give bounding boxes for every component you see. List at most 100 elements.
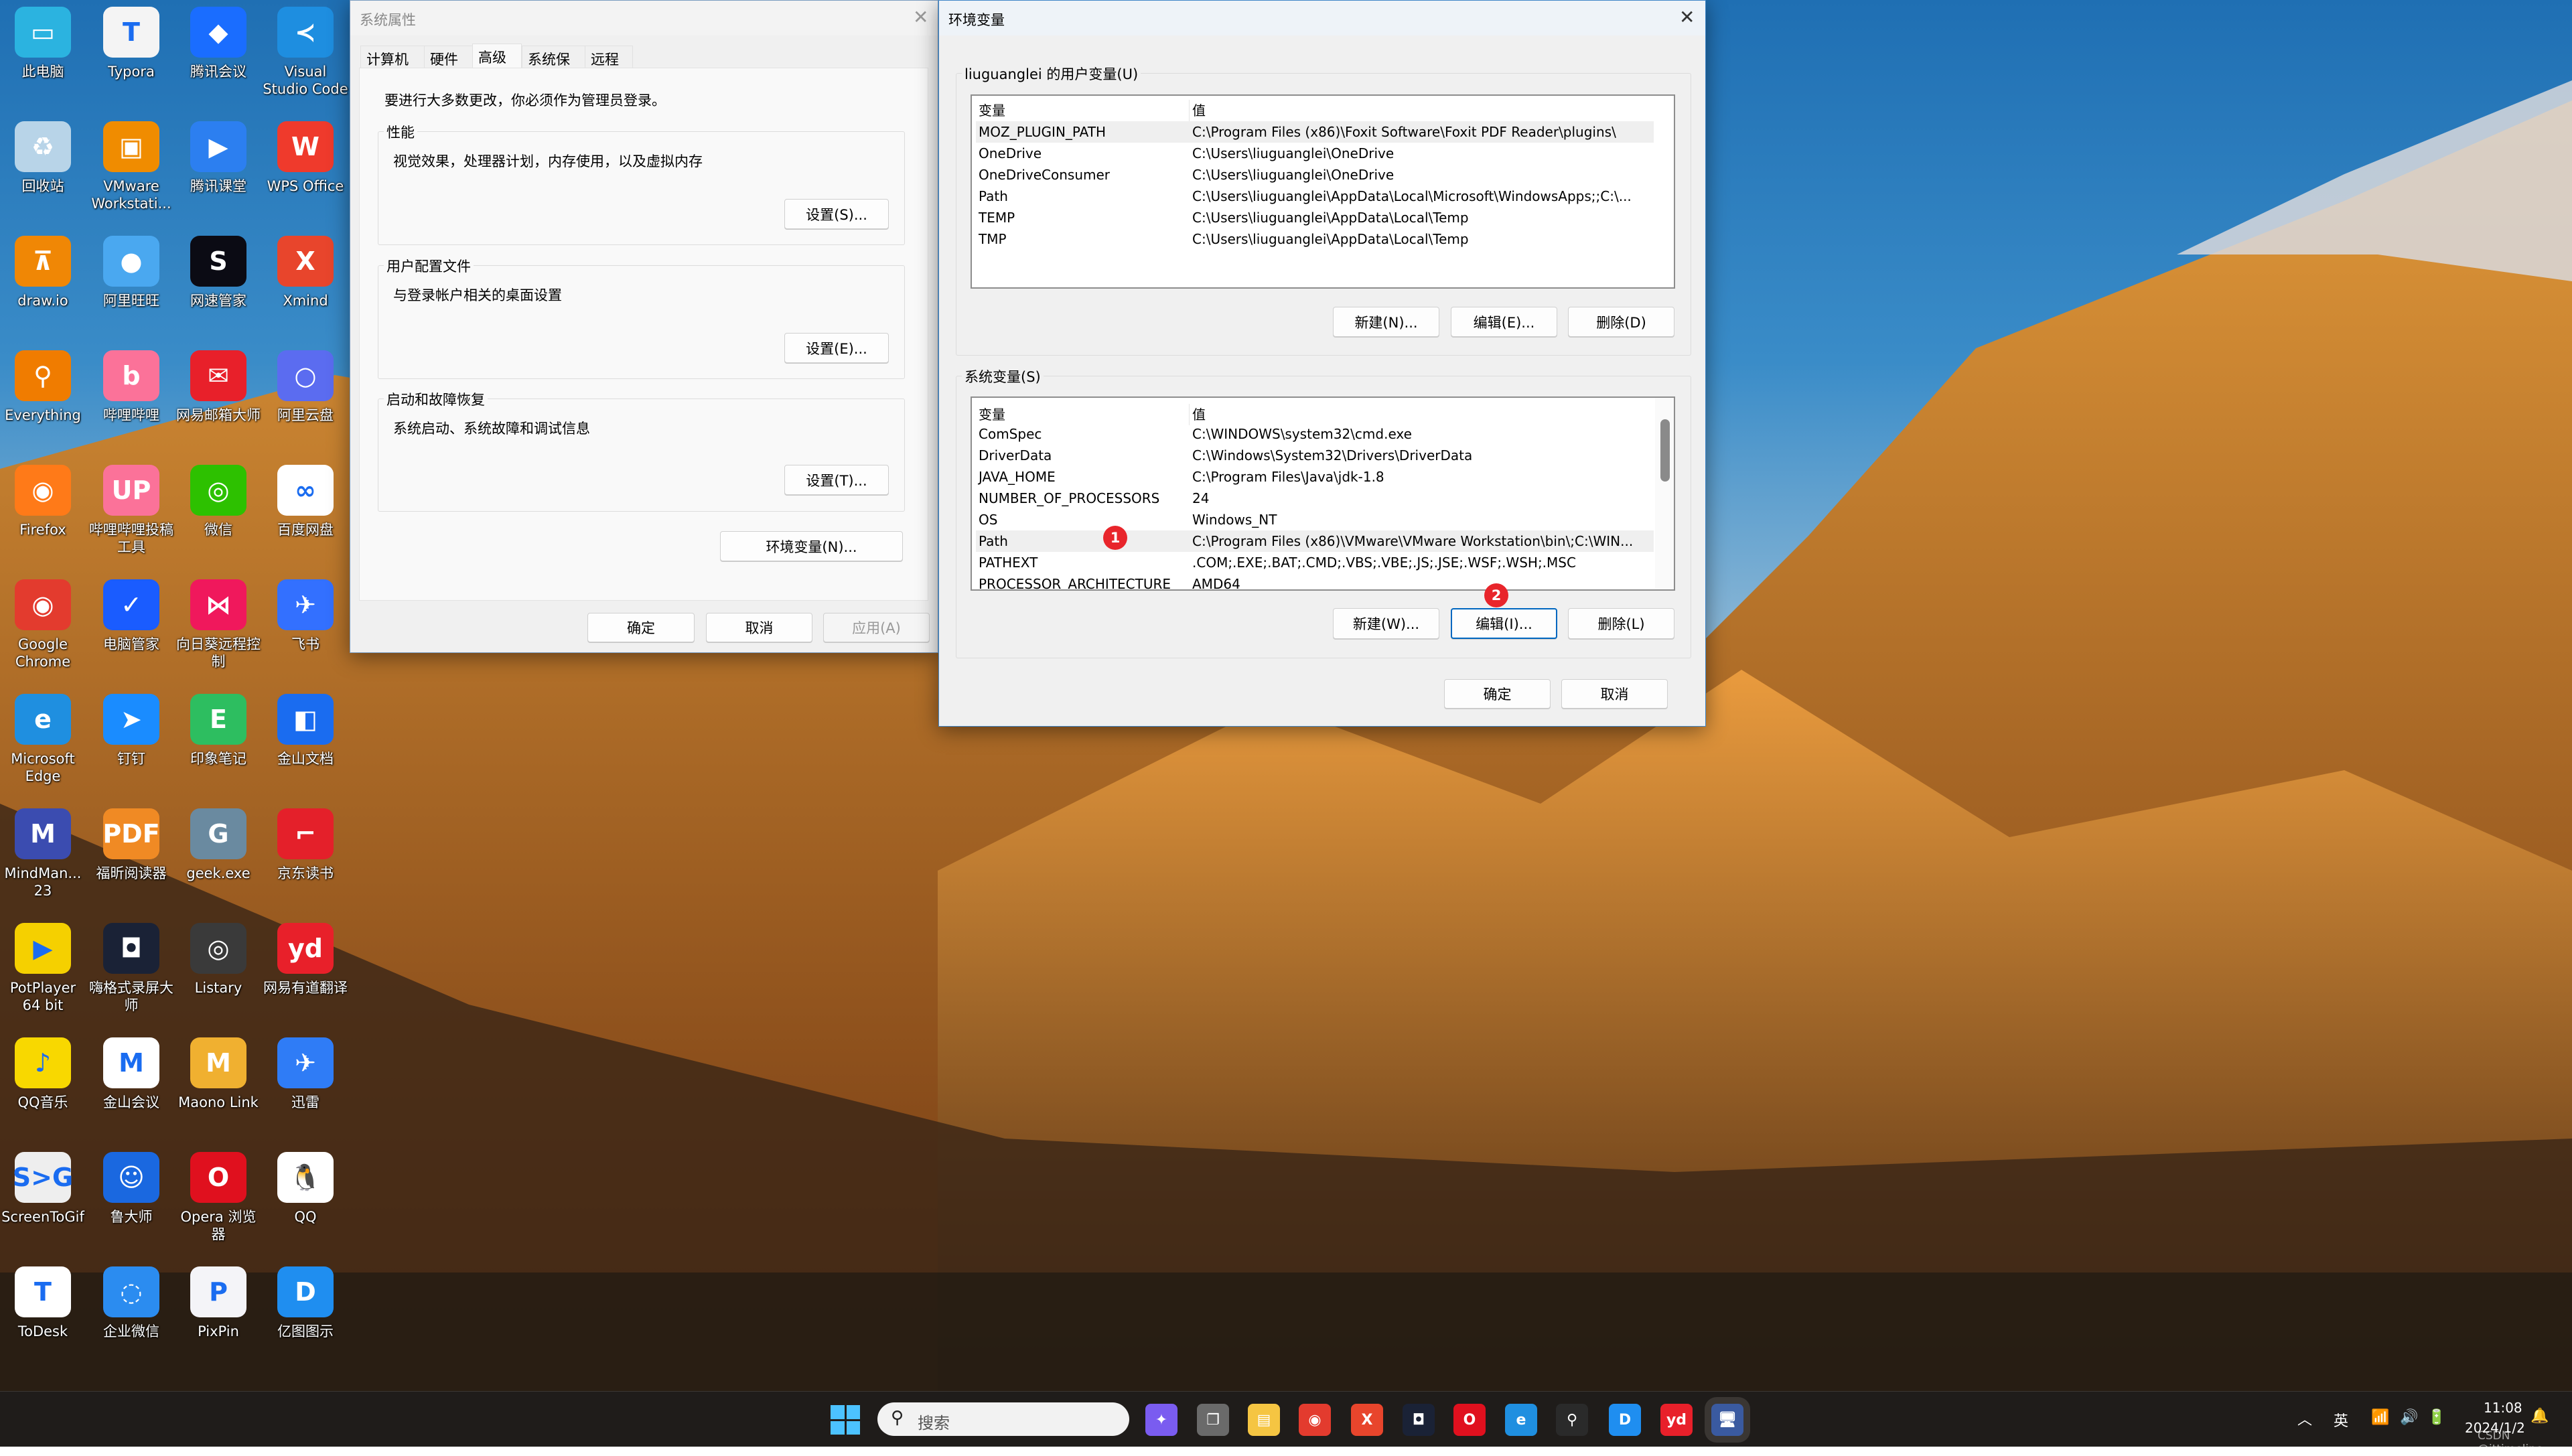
- variable-row[interactable]: TEMP C:\Users\liuguanglei\AppData\Local\T…: [976, 207, 1654, 228]
- desktop-icon-evernote[interactable]: E 印象笔记: [175, 694, 262, 768]
- desktop-icon-aliyun-drive[interactable]: ○ 阿里云盘: [262, 350, 349, 424]
- performance-settings-button[interactable]: 设置(S)...: [784, 199, 889, 229]
- clock-time[interactable]: 11:08: [2484, 1400, 2522, 1416]
- taskbar-screen-recorder-icon[interactable]: ◘: [1403, 1404, 1435, 1436]
- taskbar-copilot-icon[interactable]: ✦: [1145, 1404, 1177, 1436]
- desktop-icon-netease-mail[interactable]: ✉ 网易邮箱大师: [175, 350, 262, 424]
- system-variables-list[interactable]: 变量 值 ComSpec C:\WINDOWS\system32\cmd.exe D…: [971, 396, 1675, 591]
- tab-computer-name[interactable]: 计算机名: [360, 46, 425, 88]
- desktop-icon-kdocs[interactable]: ◧ 金山文档: [262, 694, 349, 768]
- scrollbar[interactable]: [1655, 398, 1674, 589]
- desktop-icon-xmind[interactable]: X Xmind: [262, 236, 349, 309]
- tab-remote[interactable]: 远程: [585, 46, 633, 68]
- desktop-icon-vscode[interactable]: ≺ Visual Studio Code: [262, 7, 349, 98]
- desktop-icon-youdao[interactable]: yd 网易有道翻译: [262, 923, 349, 997]
- taskbar-file-explorer-icon[interactable]: ▤: [1248, 1404, 1280, 1436]
- taskbar-chrome-icon[interactable]: ◉: [1299, 1404, 1331, 1436]
- desktop-icon-dingtalk[interactable]: ➤ 钉钉: [88, 694, 175, 768]
- variable-row[interactable]: NUMBER_OF_PROCESSORS 24: [976, 488, 1654, 509]
- cancel-button[interactable]: 取消: [706, 613, 812, 642]
- desktop-icon-chrome[interactable]: ◉ Google Chrome: [0, 579, 86, 670]
- desktop-icon-recycle-bin[interactable]: ♻ 回收站: [0, 121, 86, 195]
- desktop-icon-jd-read[interactable]: ⌐ 京东读书: [262, 808, 349, 882]
- start-button[interactable]: [831, 1405, 860, 1435]
- column-header-variable[interactable]: 变量: [979, 404, 1005, 425]
- desktop-icon-mindmanager[interactable]: M MindMan... 23: [0, 808, 86, 899]
- taskbar-xmind-icon[interactable]: X: [1351, 1404, 1383, 1436]
- apply-button[interactable]: 应用(A): [823, 613, 930, 642]
- desktop-icon-aliwangwang[interactable]: ● 阿里旺旺: [88, 236, 175, 309]
- taskbar-edraw-icon[interactable]: D: [1609, 1404, 1641, 1436]
- notification-bell-icon[interactable]: 🔔: [2530, 1408, 2549, 1425]
- search-box[interactable]: ⚲ 搜索: [877, 1402, 1129, 1436]
- desktop-icon-feishu[interactable]: ✈ 飞书: [262, 579, 349, 653]
- desktop-icon-edge[interactable]: e Microsoft Edge: [0, 694, 86, 785]
- cancel-button[interactable]: 取消: [1561, 679, 1668, 709]
- user-new-button[interactable]: 新建(N)...: [1333, 307, 1439, 337]
- close-icon[interactable]: ✕: [913, 6, 928, 28]
- desktop-icon-geek[interactable]: Ggeek.exe: [175, 808, 262, 882]
- desktop-icon-opera[interactable]: O Opera 浏览器: [175, 1152, 262, 1243]
- variable-row[interactable]: OneDrive C:\Users\liuguanglei\OneDrive: [976, 143, 1654, 164]
- desktop-icon-maono[interactable]: M Maono Link: [175, 1037, 262, 1111]
- desktop-icon-tencent-meeting[interactable]: ◆ 腾讯会议: [175, 7, 262, 80]
- title-bar[interactable]: 环境变量 ✕: [939, 1, 1705, 35]
- variable-row[interactable]: ComSpec C:\WINDOWS\system32\cmd.exe: [976, 423, 1654, 445]
- desktop-icon-kmeeting[interactable]: M 金山会议: [88, 1037, 175, 1111]
- variable-row[interactable]: TMP C:\Users\liuguanglei\AppData\Local\Te…: [976, 228, 1654, 250]
- variable-row[interactable]: JAVA_HOME C:\Program Files\Java\jdk-1.8: [976, 466, 1654, 488]
- close-icon[interactable]: ✕: [1679, 6, 1695, 28]
- wifi-icon[interactable]: 📶: [2371, 1409, 2389, 1426]
- user-profiles-settings-button[interactable]: 设置(E)...: [784, 333, 889, 363]
- taskbar-edge-icon[interactable]: e: [1505, 1404, 1537, 1436]
- taskbar-everything-icon[interactable]: ⚲: [1556, 1404, 1588, 1436]
- desktop-icon-foxit[interactable]: PDF 福昕阅读器: [88, 808, 175, 882]
- user-edit-button[interactable]: 编辑(E)...: [1451, 307, 1557, 337]
- desktop-icon-wechat[interactable]: ◎ 微信: [175, 465, 262, 538]
- show-hidden-icons-chevron-icon[interactable]: ︿: [2297, 1408, 2312, 1429]
- variable-row[interactable]: Path C:\Program Files (x86)\VMware\VMware…: [976, 530, 1654, 552]
- system-new-button[interactable]: 新建(W)...: [1333, 608, 1439, 639]
- environment-variables-button[interactable]: 环境变量(N)...: [720, 531, 903, 561]
- desktop-icon-sunlogin[interactable]: ⋈ 向日葵远程控制: [175, 579, 262, 670]
- desktop-icon-typora[interactable]: T Typora: [88, 7, 175, 80]
- taskbar-system-properties-icon[interactable]: 🖥: [1711, 1404, 1743, 1436]
- desktop-icon-screentogif[interactable]: S>G ScreenToGif: [0, 1152, 86, 1226]
- variable-row[interactable]: PATHEXT .COM;.EXE;.BAT;.CMD;.VBS;.VBE;.JS…: [976, 552, 1654, 573]
- title-bar[interactable]: 系统属性 ✕: [350, 1, 938, 35]
- desktop-icon-everything[interactable]: ⚲ Everything: [0, 350, 86, 424]
- desktop-icon-this-pc[interactable]: ▭ 此电脑: [0, 7, 86, 80]
- desktop-icon-qq[interactable]: 🐧 QQ: [262, 1152, 349, 1226]
- desktop-icon-potplayer[interactable]: ▶ PotPlayer 64 bit: [0, 923, 86, 1014]
- taskbar-youdao-icon[interactable]: yd: [1660, 1404, 1693, 1436]
- column-header-value[interactable]: 值: [1189, 404, 1206, 425]
- desktop-icon-edraw[interactable]: D 亿图图示: [262, 1266, 349, 1340]
- desktop-icon-tencent-classroom[interactable]: ▶ 腾讯课堂: [175, 121, 262, 195]
- scrollbar-thumb[interactable]: [1660, 419, 1670, 482]
- variable-row[interactable]: MOZ_PLUGIN_PATH C:\Program Files (x86)\Fo…: [976, 121, 1654, 143]
- desktop-icon-netspeed[interactable]: S 网速管家: [175, 236, 262, 309]
- system-edit-button[interactable]: 编辑(I)...: [1451, 608, 1557, 639]
- variable-row[interactable]: OS Windows_NT: [976, 509, 1654, 530]
- variable-row[interactable]: Path C:\Users\liuguanglei\AppData\Local\M…: [976, 186, 1654, 207]
- desktop-icon-firefox[interactable]: ◉ Firefox: [0, 465, 86, 538]
- variable-row[interactable]: PROCESSOR_ARCHITECTURE AMD64: [976, 573, 1654, 589]
- tab-system-protection[interactable]: 系统保护: [522, 46, 585, 88]
- desktop-icon-listary[interactable]: ◎ Listary: [175, 923, 262, 997]
- user-variables-list[interactable]: 变量 值 MOZ_PLUGIN_PATH C:\Program Files (x8…: [971, 94, 1675, 289]
- tab-advanced[interactable]: 高级: [472, 44, 522, 68]
- desktop-icon-bilibili[interactable]: b 哔哩哔哩: [88, 350, 175, 424]
- column-header-variable[interactable]: 变量: [979, 100, 1005, 121]
- column-header-value[interactable]: 值: [1189, 100, 1206, 121]
- startup-recovery-settings-button[interactable]: 设置(T)...: [784, 465, 889, 495]
- desktop-icon-qq-music[interactable]: ♪ QQ音乐: [0, 1037, 86, 1111]
- system-delete-button[interactable]: 删除(L): [1568, 608, 1674, 639]
- variable-row[interactable]: OneDriveConsumer C:\Users\liuguanglei\One…: [976, 164, 1654, 186]
- ime-indicator[interactable]: 英: [2334, 1409, 2348, 1431]
- desktop-icon-pixpin[interactable]: P PixPin: [175, 1266, 262, 1340]
- desktop-icon-vmware[interactable]: ▣ VMware Workstati...: [88, 121, 175, 212]
- tab-hardware[interactable]: 硬件: [424, 46, 473, 68]
- desktop-icon-ludashi[interactable]: ☺ 鲁大师: [88, 1152, 175, 1226]
- ok-button[interactable]: 确定: [587, 613, 695, 642]
- desktop-icon-wecom[interactable]: ◌ 企业微信: [88, 1266, 175, 1340]
